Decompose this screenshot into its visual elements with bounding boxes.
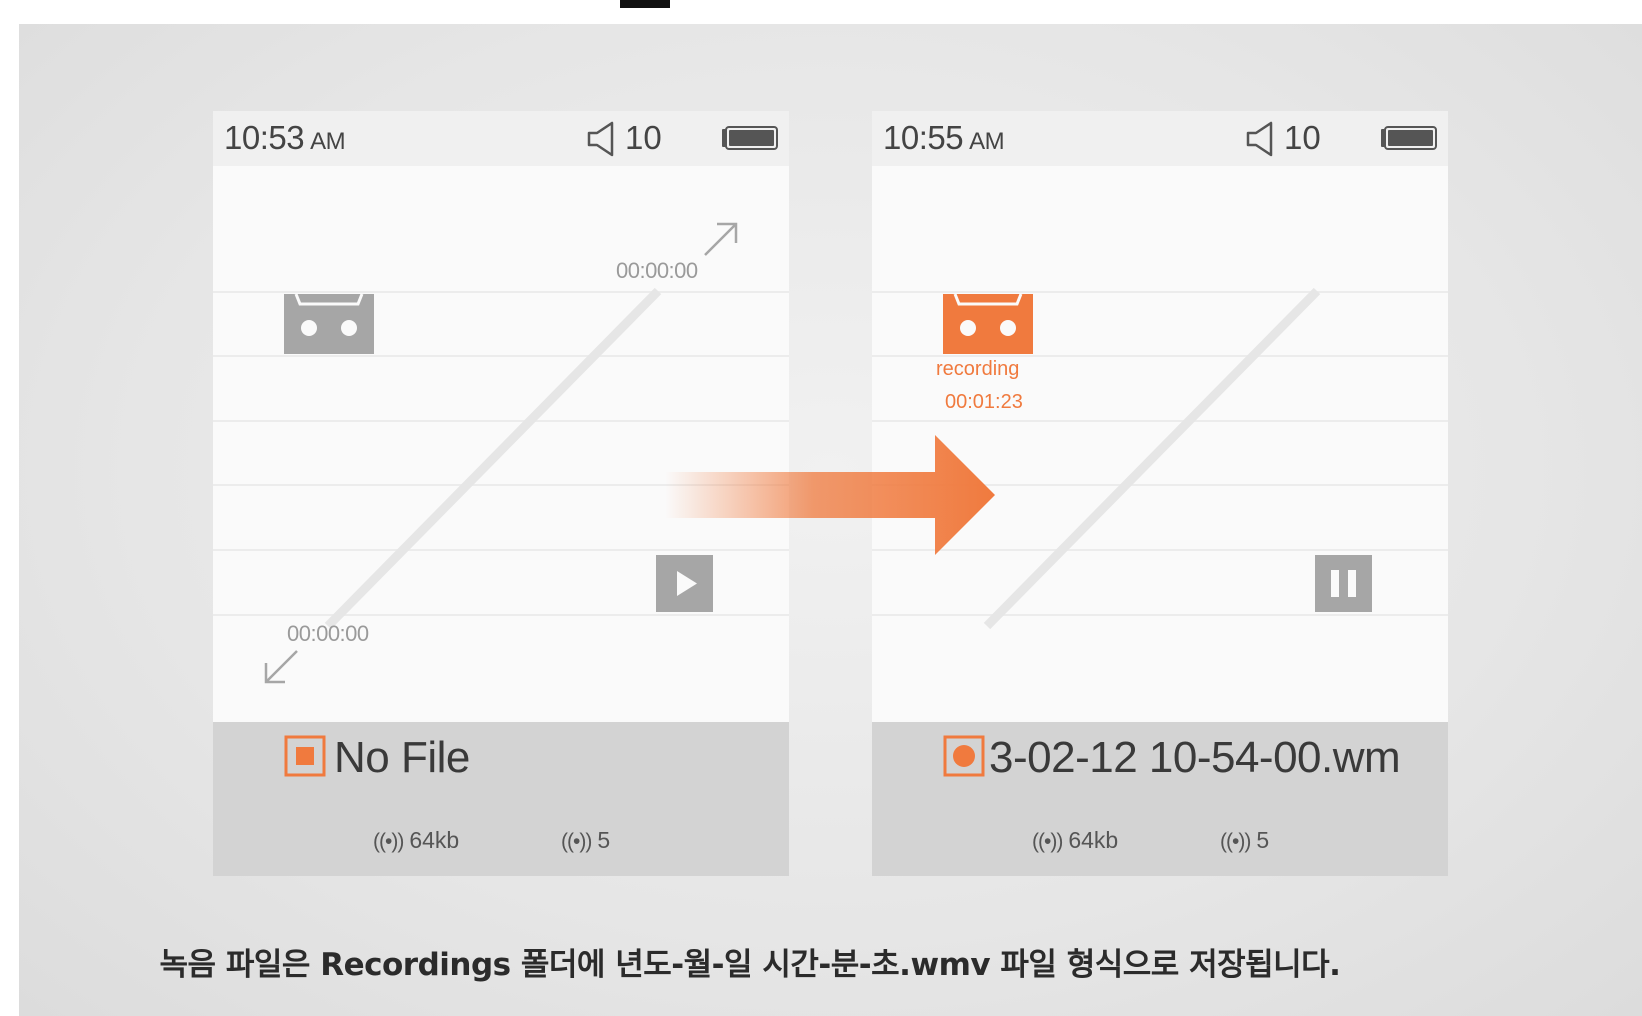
- signal-icon: ((•)): [1220, 830, 1251, 853]
- transition-arrow-icon: [665, 435, 995, 555]
- pause-icon: [1331, 570, 1356, 597]
- speaker-icon: [1246, 121, 1273, 157]
- caption: 녹음 파일은 Recordings 폴더에 년도-월-일 시간-분-초.wmv …: [159, 947, 1341, 983]
- status-bar: 10:55 AM 10: [872, 111, 1448, 166]
- play-icon: [677, 571, 697, 596]
- cassette-icon: [284, 294, 374, 354]
- bitrate-indicator: ((•)) 64kb: [1032, 827, 1119, 853]
- level-indicator: ((•)) 5: [561, 827, 611, 853]
- expand-arrow-icon[interactable]: [703, 221, 739, 257]
- file-name: No File: [334, 733, 470, 782]
- file-name: 3-02-12 10-54-00.wm: [989, 733, 1401, 782]
- signal-icon: ((•)): [561, 830, 592, 853]
- file-info-bar: 3-02-12 10-54-00.wm ((•)) 64kb ((•)) 5: [872, 722, 1448, 876]
- play-button[interactable]: [656, 555, 713, 612]
- volume-level: 10: [1284, 119, 1321, 156]
- recording-elapsed: 00:01:23: [945, 391, 1023, 413]
- bitrate-indicator: ((•)) 64kb: [373, 827, 460, 853]
- timecode-end: 00:00:00: [616, 258, 698, 283]
- speaker-icon: [587, 121, 614, 157]
- clock: 10:53 AM: [224, 119, 346, 156]
- recording-status: recording: [936, 358, 1020, 380]
- signal-icon: ((•)): [1032, 830, 1063, 853]
- status-bar: 10:53 AM 10: [213, 111, 789, 166]
- cassette-icon: [943, 294, 1033, 354]
- file-info-bar: No File ((•)) 64kb ((•)) 5: [213, 722, 789, 876]
- collapse-arrow-icon[interactable]: [263, 649, 299, 685]
- pause-button[interactable]: [1315, 555, 1372, 612]
- volume-level: 10: [625, 119, 662, 156]
- stop-record-icon[interactable]: [284, 735, 326, 777]
- battery-icon: [1381, 126, 1437, 150]
- record-icon[interactable]: [943, 735, 985, 777]
- timecode-start: 00:00:00: [287, 621, 369, 646]
- clock: 10:55 AM: [883, 119, 1005, 156]
- top-tab-marker: [620, 0, 670, 8]
- signal-icon: ((•)): [373, 830, 404, 853]
- level-indicator: ((•)) 5: [1220, 827, 1270, 853]
- battery-icon: [722, 126, 778, 150]
